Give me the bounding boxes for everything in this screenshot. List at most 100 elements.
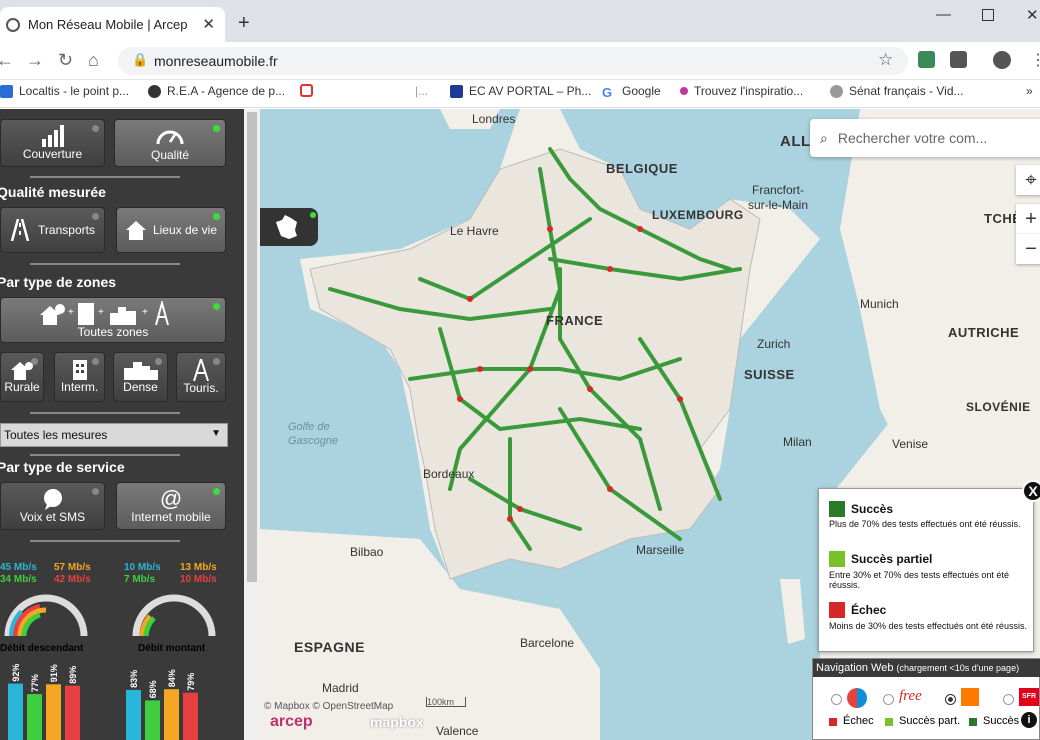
scrollbar-thumb[interactable] [247, 112, 257, 582]
legend-title: Échec [851, 603, 887, 617]
status-led [213, 358, 220, 365]
operator-radio[interactable] [883, 694, 894, 705]
forward-arrow-icon[interactable]: → [26, 50, 44, 71]
quality-button[interactable]: Qualité [114, 119, 226, 167]
close-tab-icon[interactable]: ✕ [202, 15, 215, 33]
zone-touris-label: Touris. [183, 381, 219, 395]
bar-label: 91% [49, 664, 59, 682]
map-label: SUISSE [744, 367, 795, 382]
status-led [31, 358, 38, 365]
building-icon [72, 360, 87, 380]
info-icon[interactable]: i [1021, 712, 1037, 728]
operator-radio[interactable] [831, 694, 842, 705]
map-label: Venise [892, 437, 929, 451]
hexagon-icon [300, 84, 313, 97]
legend-close-button[interactable]: X [1022, 480, 1040, 502]
bar [46, 684, 61, 740]
bar [27, 694, 42, 740]
map-label: Bordeaux [423, 467, 475, 481]
bar [126, 689, 141, 740]
more-bookmarks-icon[interactable]: » [1026, 84, 1033, 98]
map-label: Gascogne [288, 435, 339, 447]
zone-interm-button[interactable]: Interm. [54, 352, 105, 402]
browser-tab[interactable]: Mon Réseau Mobile | Arcep ✕ [0, 7, 225, 42]
map-attribution[interactable]: © Mapbox © OpenStreetMap [264, 701, 393, 712]
minimize-button[interactable]: — [936, 6, 951, 23]
quality-label: Qualité [150, 148, 190, 162]
zone-dense-button[interactable]: Dense [113, 352, 168, 402]
status-led [92, 358, 99, 365]
home-icon[interactable]: ⌂ [88, 50, 99, 71]
divider [30, 412, 180, 414]
zones-section-title: Par type de zones [0, 274, 117, 290]
lock-icon[interactable]: 🔒 [132, 52, 148, 68]
legend-swatch-partial [829, 551, 845, 567]
menu-dots-icon[interactable]: ⋮ [1030, 50, 1040, 70]
sfr-logo: SFR [1019, 688, 1039, 706]
measures-select[interactable]: Toutes les mesures ▼ [0, 423, 228, 447]
search-placeholder: Rechercher votre com... [837, 130, 988, 146]
legend-label: Succès part. [899, 715, 961, 727]
operator-radio[interactable] [1003, 694, 1014, 705]
bar [8, 683, 23, 740]
bookmark-star-icon[interactable]: ☆ [878, 50, 893, 70]
zone-rural-button[interactable]: Rurale [0, 352, 44, 402]
legend-desc: Plus de 70% des tests effectués ont été … [829, 519, 1021, 529]
france-shape-icon [276, 215, 297, 239]
tab-title: Mon Réseau Mobile | Arcep [28, 17, 188, 32]
map-legend: Succès Plus de 70% des tests effectués o… [818, 488, 1034, 652]
search-icon: ⌕ [820, 129, 828, 146]
close-window-button[interactable]: ✕ [1026, 6, 1039, 24]
all-zones-button[interactable]: + + + Toutes zones [0, 297, 226, 343]
coverage-button[interactable]: Couverture [0, 119, 105, 167]
bookmark-item[interactable] [300, 84, 319, 97]
bookmark-item[interactable]: G Google [602, 84, 661, 100]
mobile-internet-button[interactable]: @ Internet mobile [116, 482, 226, 530]
zoom-out-button[interactable]: − [1016, 234, 1040, 264]
map-label: Milan [783, 435, 812, 449]
map-label: Bilbao [350, 545, 384, 559]
status-led [213, 303, 220, 310]
house-icon [125, 221, 146, 240]
profile-avatar[interactable] [993, 51, 1011, 69]
legend-title: Succès [851, 502, 894, 516]
upload-label: Débit montant [138, 643, 206, 654]
at-sign-icon: @ [159, 486, 183, 511]
places-button[interactable]: Lieux de vie [116, 207, 226, 253]
bookmark-item[interactable]: R.E.A - Agence de p... [148, 84, 285, 98]
map-label: Barcelone [520, 636, 575, 650]
commune-search[interactable]: ⌕ Rechercher votre com... [810, 119, 1040, 157]
new-tab-button[interactable]: + [238, 12, 250, 35]
extension-e-icon[interactable] [950, 51, 967, 68]
divider [30, 176, 180, 178]
bookmark-item[interactable]: EC AV PORTAL – Ph... [450, 84, 591, 98]
extension-icon[interactable] [918, 51, 935, 68]
svg-text:+: + [98, 307, 104, 318]
maximize-button[interactable] [982, 9, 994, 21]
geolocate-button[interactable]: ⌖ [1016, 165, 1040, 195]
map-label: Valence [436, 724, 479, 738]
back-arrow-icon[interactable]: ← [0, 50, 14, 71]
orange-logo [961, 688, 979, 706]
city-icon [123, 362, 158, 380]
reload-icon[interactable]: ↻ [58, 50, 73, 71]
divider [30, 454, 180, 456]
bookmark-item[interactable]: Sénat français - Vid... [830, 84, 964, 98]
zoom-in-button[interactable]: + [1016, 204, 1040, 234]
bookmark-item[interactable]: Localtis - le point p... [0, 84, 129, 98]
transports-button[interactable]: Transports [0, 207, 105, 253]
status-led [155, 358, 162, 365]
france-view-button[interactable] [260, 208, 318, 246]
map-label: Golfe de [288, 421, 330, 433]
bookmark-item[interactable]: Trouvez l'inspiratio... [680, 84, 803, 98]
bar-label: 92% [11, 664, 21, 682]
zone-touris-button[interactable]: Touris. [176, 352, 226, 402]
bar-label: 77% [30, 674, 40, 692]
voice-sms-button[interactable]: Voix et SMS [0, 482, 105, 530]
map-label: BELGIQUE [606, 161, 678, 176]
operator-radio-selected[interactable] [945, 694, 956, 705]
upload-bars: 83% 68% 84% 79% [126, 669, 198, 740]
voice-sms-label: Voix et SMS [19, 510, 86, 524]
arcep-logo: arcep [270, 713, 313, 730]
download-gauge [4, 594, 88, 637]
